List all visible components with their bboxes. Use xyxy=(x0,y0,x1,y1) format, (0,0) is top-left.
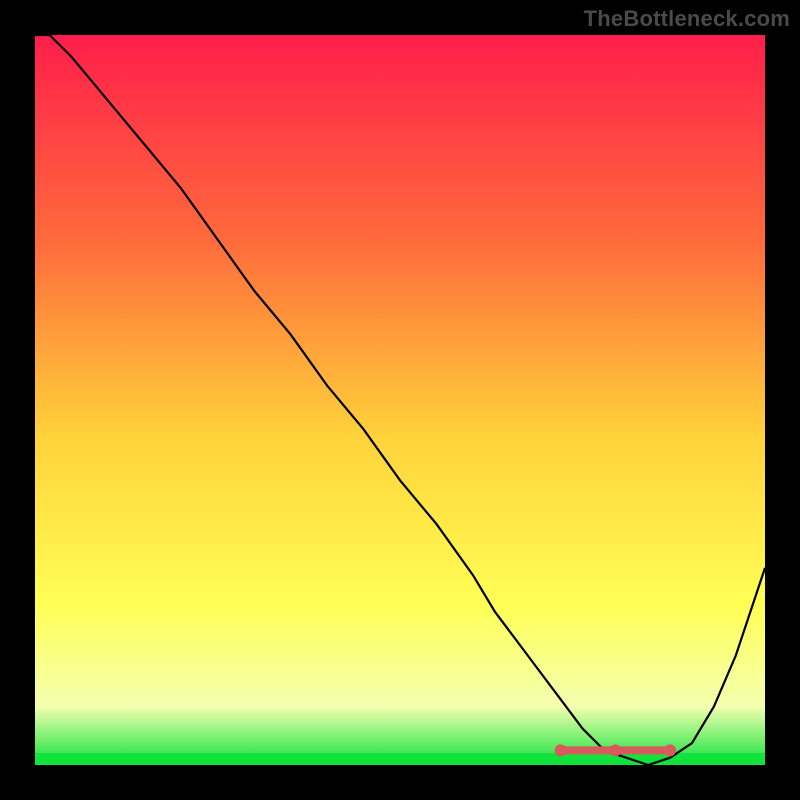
watermark-text: TheBottleneck.com xyxy=(584,6,790,32)
chart-stage: TheBottleneck.com xyxy=(0,0,800,800)
chart-svg xyxy=(35,35,765,765)
plot-area xyxy=(35,35,765,765)
